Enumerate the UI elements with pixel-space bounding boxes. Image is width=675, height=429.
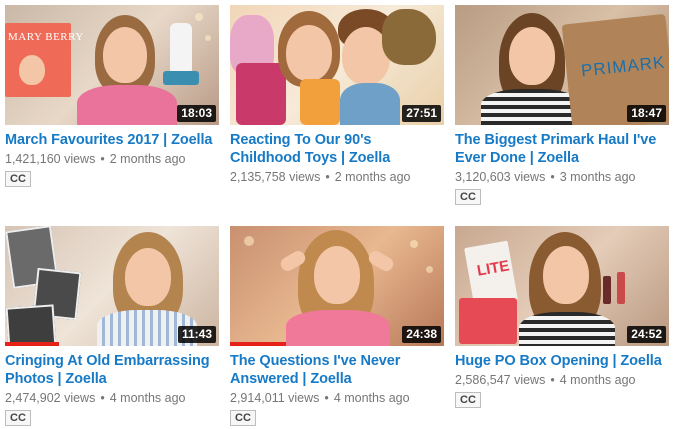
meta-separator: • [100,152,105,166]
view-count: 2,474,902 views [5,391,96,405]
video-thumbnail[interactable]: 24:38 [230,226,444,346]
view-count: 1,421,160 views [5,152,96,166]
video-meta: 2,135,758 views • 2 months ago [230,169,444,185]
view-count: 2,135,758 views [230,170,321,184]
video-duration: 18:47 [627,105,666,122]
meta-separator: • [100,391,105,405]
video-meta: 3,120,603 views • 3 months ago [455,169,669,185]
view-count: 3,120,603 views [455,170,546,184]
view-count: 2,586,547 views [455,373,546,387]
video-meta: 2,586,547 views • 4 months ago [455,372,669,388]
video-title[interactable]: March Favourites 2017 | Zoella [5,131,219,149]
video-title[interactable]: The Questions I've Never Answered | Zoel… [230,352,444,388]
video-title[interactable]: Cringing At Old Embarrassing Photos | Zo… [5,352,219,388]
view-count: 2,914,011 views [230,391,320,405]
video-thumbnail[interactable]: MARY BERRY 18:03 [5,5,219,125]
video-card[interactable]: 11:43 Cringing At Old Embarrassing Photo… [5,226,219,426]
watch-progress-bar [230,342,286,346]
watch-progress-bar [5,342,59,346]
video-thumbnail[interactable]: 27:51 [230,5,444,125]
video-title[interactable]: Huge PO Box Opening | Zoella [455,352,669,370]
cc-badge: CC [5,171,31,187]
video-title[interactable]: Reacting To Our 90's Childhood Toys | Zo… [230,131,444,167]
cc-badge: CC [455,392,481,408]
video-thumbnail[interactable]: 11:43 [5,226,219,346]
upload-age: 4 months ago [559,373,636,387]
video-duration: 18:03 [177,105,216,122]
video-card[interactable]: 24:38 The Questions I've Never Answered … [230,226,444,426]
video-thumbnail[interactable]: PRIMARK 18:47 [455,5,669,125]
meta-separator: • [324,391,329,405]
video-title[interactable]: The Biggest Primark Haul I've Ever Done … [455,131,669,167]
video-card[interactable]: LITE 24:52 Huge PO Box Opening | Zoella … [455,226,669,408]
upload-age: 4 months ago [333,391,410,405]
upload-age: 2 months ago [334,170,411,184]
cc-badge: CC [455,189,481,205]
video-duration: 24:52 [627,326,666,343]
cc-badge: CC [5,410,31,426]
video-card[interactable]: PRIMARK 18:47 The Biggest Primark Haul I… [455,5,669,205]
video-duration: 24:38 [402,326,441,343]
video-meta: 1,421,160 views • 2 months ago [5,151,219,167]
video-thumbnail[interactable]: LITE 24:52 [455,226,669,346]
upload-age: 3 months ago [559,170,636,184]
meta-separator: • [550,373,555,387]
video-card[interactable]: MARY BERRY 18:03 March Favourites 2017 |… [5,5,219,187]
meta-separator: • [550,170,555,184]
meta-separator: • [325,170,330,184]
upload-age: 2 months ago [109,152,186,166]
video-duration: 27:51 [402,105,441,122]
cc-badge: CC [230,410,256,426]
thumbnail-text: MARY BERRY [8,31,84,43]
upload-age: 4 months ago [109,391,186,405]
video-meta: 2,914,011 views • 4 months ago [230,390,444,406]
video-card[interactable]: 27:51 Reacting To Our 90's Childhood Toy… [230,5,444,185]
video-duration: 11:43 [177,326,216,343]
video-meta: 2,474,902 views • 4 months ago [5,390,219,406]
